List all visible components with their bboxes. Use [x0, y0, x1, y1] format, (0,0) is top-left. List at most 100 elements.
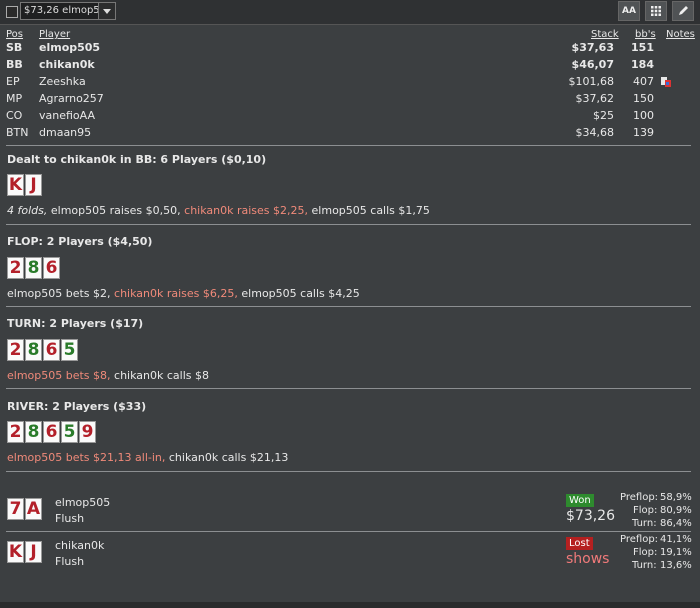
flop-actions: elmop505 bets $2, chikan0k raises $6,25,… — [7, 287, 360, 300]
chevron-down-icon[interactable] — [98, 3, 115, 19]
grid-icon — [651, 6, 661, 16]
bbs-cell: 139 — [633, 126, 654, 139]
note-icon[interactable] — [661, 77, 671, 87]
turn-title: TURN: 2 Players ($17) — [7, 317, 144, 330]
preflop-actions: 4 folds, elmop505 raises $0,50, chikan0k… — [7, 204, 430, 217]
board-cards: 286 — [7, 257, 61, 280]
stack-cell: $34,68 — [575, 126, 615, 139]
board-cards: 2865 — [7, 339, 79, 362]
card: 7 — [7, 498, 24, 520]
equity-value: 58,9% — [660, 492, 692, 503]
card: 9 — [79, 421, 96, 443]
board-cards: 28659 — [7, 421, 97, 444]
header-pos: Pos — [6, 29, 24, 40]
player-cell: elmop505 — [39, 41, 101, 54]
card: J — [25, 541, 42, 563]
result-hand: Flush — [55, 512, 85, 525]
card: 6 — [43, 257, 60, 279]
player-row: MP Agrarno257 $37,62 150 — [0, 92, 700, 109]
pos-cell: BTN — [6, 126, 29, 139]
winner-cards: 7A — [7, 498, 43, 521]
edit-button[interactable] — [672, 1, 694, 21]
hero-action-text: elmop505 bets $8, — [7, 369, 111, 382]
player-cell: dmaan95 — [39, 126, 92, 139]
player-cell: chikan0k — [39, 58, 95, 71]
card: 2 — [7, 339, 24, 361]
pos-cell: EP — [6, 75, 20, 88]
stack-cell: $37,62 — [575, 92, 615, 105]
action-text: elmop505 raises $0,50, — [47, 204, 185, 217]
card: 2 — [7, 257, 24, 279]
card: 8 — [25, 339, 42, 361]
equity-value: 80,9% — [660, 505, 692, 516]
action-text: elmop505 calls $4,25 — [237, 287, 360, 300]
hero-action-text: elmop505 bets $21,13 all-in, — [7, 451, 166, 464]
pos-cell: SB — [6, 41, 23, 54]
river-title: RIVER: 2 Players ($33) — [7, 400, 147, 413]
player-cell: Zeeshka — [39, 75, 86, 88]
section-divider — [6, 531, 691, 532]
equity-value: 19,1% — [660, 547, 692, 558]
header-stack: Stack — [591, 29, 619, 40]
bbs-cell: 151 — [631, 41, 654, 54]
stack-cell: $46,07 — [571, 58, 614, 71]
header-bbs: bb's — [635, 29, 656, 40]
card: 5 — [61, 421, 78, 443]
hero-action-text: chikan0k raises $2,25, — [184, 204, 309, 217]
result-amount: shows — [566, 551, 610, 567]
player-row: SB elmop505 $37,63 151 — [0, 41, 700, 58]
equity-label: Preflop: — [620, 534, 659, 545]
section-divider — [6, 388, 691, 389]
grid-view-button[interactable] — [645, 1, 667, 21]
folds-text: 4 folds, — [7, 204, 48, 217]
bbs-cell: 184 — [631, 58, 654, 71]
toolbar: $73,26 elmop505 AA — [0, 0, 700, 25]
card: K — [7, 541, 24, 563]
player-row: BB chikan0k $46,07 184 — [0, 58, 700, 75]
equity-label: Flop: — [633, 505, 658, 516]
select-checkbox[interactable] — [6, 6, 18, 18]
equity-label: Turn: — [632, 518, 657, 529]
player-cell: vanefioAA — [39, 109, 96, 122]
result-hand: Flush — [55, 555, 85, 568]
equity-label: Preflop: — [620, 492, 659, 503]
player-row: BTN dmaan95 $34,68 139 — [0, 126, 700, 143]
preflop-title: Dealt to chikan0k in BB: 6 Players ($0,1… — [7, 153, 267, 166]
hole-cards: KJ — [7, 174, 43, 197]
section-divider — [6, 471, 691, 472]
header-player: Player — [39, 29, 71, 40]
section-divider — [6, 306, 691, 307]
bbs-cell: 150 — [633, 92, 654, 105]
result-player: chikan0k — [55, 539, 105, 552]
equity-label: Turn: — [632, 560, 657, 571]
card: K — [7, 174, 24, 196]
header-notes: Notes — [666, 29, 695, 40]
font-size-button[interactable]: AA — [618, 1, 640, 21]
turn-actions: elmop505 bets $8, chikan0k calls $8 — [7, 369, 209, 382]
section-divider — [6, 145, 691, 146]
status-badge: Lost — [566, 537, 593, 550]
section-divider — [6, 224, 691, 225]
card: 6 — [43, 339, 60, 361]
equity-value: 13,6% — [660, 560, 692, 571]
stack-cell: $101,68 — [568, 75, 615, 88]
horizontal-scrollbar[interactable] — [0, 602, 700, 608]
equity-value: 86,4% — [660, 518, 692, 529]
bbs-cell: 407 — [633, 75, 654, 88]
flop-title: FLOP: 2 Players ($4,50) — [7, 235, 153, 248]
action-text: elmop505 calls $1,75 — [308, 204, 430, 217]
river-actions: elmop505 bets $21,13 all-in, chikan0k ca… — [7, 451, 288, 464]
hero-action-text: chikan0k raises $6,25, — [114, 287, 238, 300]
action-text: elmop505 bets $2, — [7, 287, 115, 300]
hand-select[interactable]: $73,26 elmop505 — [20, 2, 116, 20]
stack-cell: $25 — [593, 109, 614, 122]
status-badge: Won — [566, 494, 594, 507]
loser-cards: KJ — [7, 541, 43, 564]
action-text: chikan0k calls $8 — [110, 369, 209, 382]
pos-cell: BB — [6, 58, 23, 71]
card: 5 — [61, 339, 78, 361]
player-row: CO vanefioAA $25 100 — [0, 109, 700, 126]
pos-cell: CO — [6, 109, 23, 122]
card: 8 — [25, 421, 42, 443]
card: J — [25, 174, 42, 196]
